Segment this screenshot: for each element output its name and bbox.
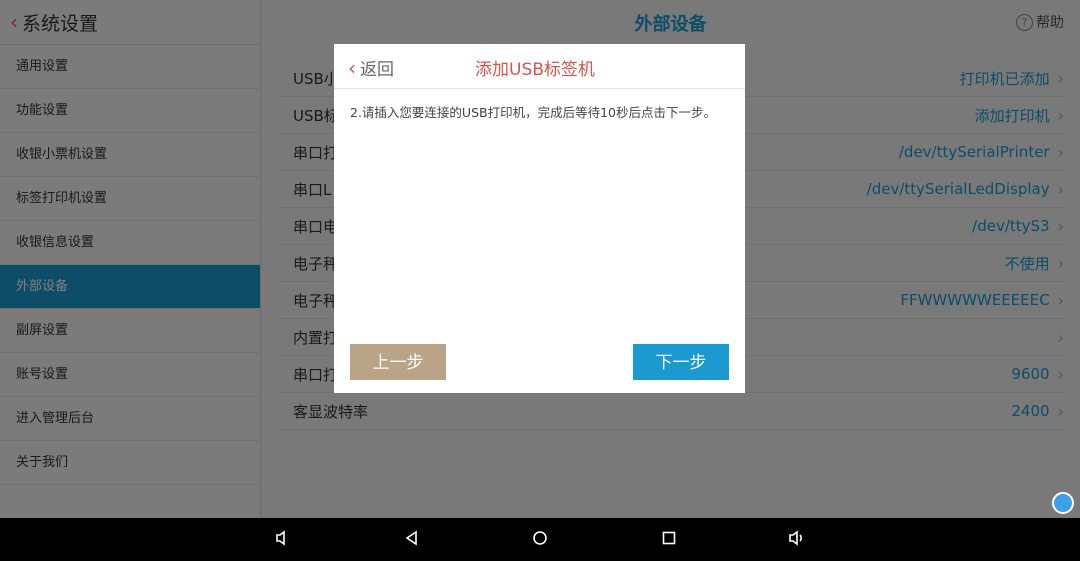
back-icon[interactable] xyxy=(403,529,421,551)
next-step-button[interactable]: 下一步 xyxy=(633,344,729,380)
dialog-message: 2.请插入您要连接的USB打印机，完成后等待10秒后点击下一步。 xyxy=(350,105,716,120)
system-nav-bar xyxy=(0,518,1080,561)
recents-icon[interactable] xyxy=(660,529,678,551)
chevron-left-icon: ‹ xyxy=(348,55,356,80)
volume-down-icon[interactable] xyxy=(274,529,292,551)
dialog-back-label: 返回 xyxy=(360,60,394,80)
dialog-header: ‹ 返回 添加USB标签机 xyxy=(334,44,745,89)
home-icon[interactable] xyxy=(531,529,549,551)
previous-step-button[interactable]: 上一步 xyxy=(350,344,446,380)
dialog-title: 添加USB标签机 xyxy=(475,60,595,80)
volume-up-icon[interactable] xyxy=(787,529,807,551)
add-usb-label-printer-dialog: ‹ 返回 添加USB标签机 2.请插入您要连接的USB打印机，完成后等待10秒后… xyxy=(334,44,745,393)
dialog-back-button[interactable]: ‹ 返回 xyxy=(348,55,394,81)
floating-assist-icon[interactable] xyxy=(1052,492,1074,514)
